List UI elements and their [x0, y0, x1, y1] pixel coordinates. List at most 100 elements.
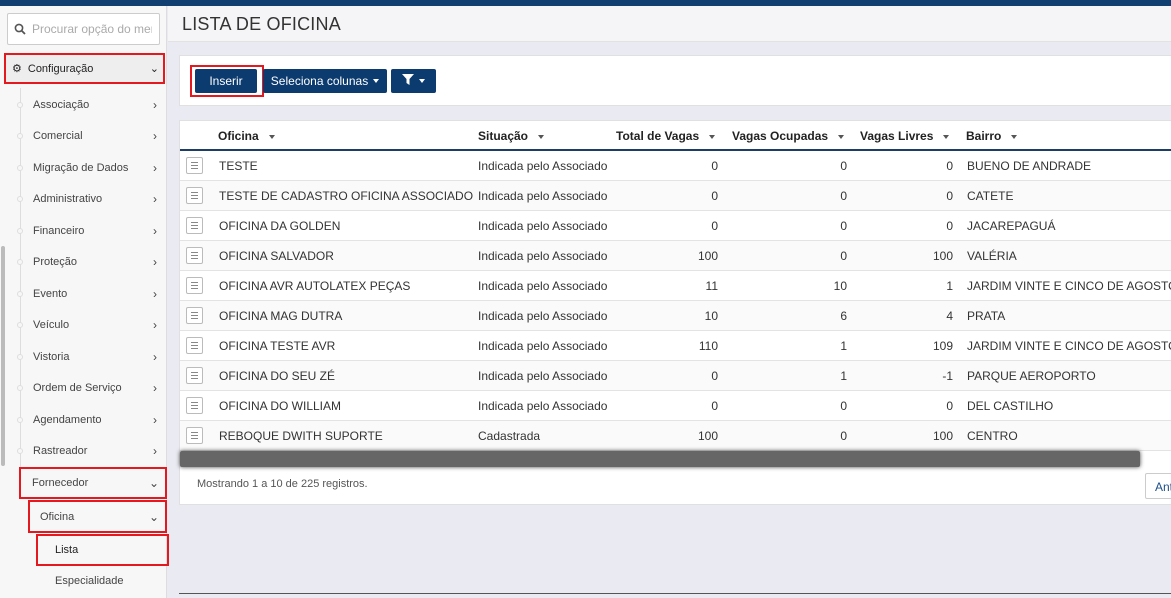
menu-item[interactable]: Financeiro ›	[17, 215, 165, 246]
cell-bairro: DEL CASTILHO	[967, 399, 1054, 413]
cell-oficina: OFICINA TESTE AVR	[219, 339, 336, 353]
chevron-down-icon: ⌄	[149, 63, 159, 75]
document-icon[interactable]	[186, 217, 203, 234]
records-info: Mostrando 1 a 10 de 225 registros.	[197, 478, 368, 490]
caret-down-icon	[373, 79, 380, 83]
cell-situacao: Indicada pelo Associado	[478, 219, 608, 233]
menu-item[interactable]: Agendamento ›	[17, 404, 165, 435]
filter-icon	[402, 74, 414, 88]
menu-item[interactable]: Proteção ›	[17, 247, 165, 278]
menu-item[interactable]: Rastreador ›	[17, 436, 165, 467]
table-row[interactable]: OFICINA DA GOLDEN Indicada pelo Associado…	[180, 211, 1171, 241]
table-row[interactable]: TESTE DE CADASTRO OFICINA ASSOCIADO Indic…	[180, 181, 1171, 211]
sort-icon	[538, 134, 545, 139]
table-row[interactable]: REBOQUE DWITH SUPORTE Cadastrada 100 0 100 CE…	[180, 421, 1171, 451]
col-vagas-ocupadas-label: Vagas Ocupadas	[732, 129, 829, 143]
document-icon[interactable]	[186, 247, 203, 264]
document-icon[interactable]	[186, 427, 203, 444]
caret-down-icon	[419, 79, 425, 83]
tree-dot	[17, 353, 23, 360]
table-row[interactable]: TESTE Indicada pelo Associado 0 0 0 BUENO DE …	[180, 151, 1171, 181]
tree-dot	[17, 385, 23, 391]
cell-oficina: OFICINA DO SEU ZÉ	[219, 369, 336, 383]
cell-situacao: Indicada pelo Associado	[478, 339, 608, 353]
col-vagas-ocupadas[interactable]: Vagas Ocupadas	[732, 129, 845, 143]
col-total-vagas-label: Total de Vagas	[616, 129, 700, 143]
document-icon[interactable]	[186, 307, 203, 324]
menu-item[interactable]: Ordem de Serviço ›	[17, 373, 165, 404]
sort-icon	[709, 134, 716, 139]
menu-item[interactable]: Associação ›	[17, 89, 165, 120]
divider	[179, 593, 1171, 594]
col-oficina-label: Oficina	[218, 129, 259, 143]
menu-item[interactable]: Migração de Dados ›	[17, 152, 165, 183]
document-icon[interactable]	[186, 367, 203, 384]
cell-vagas-livres: 0	[946, 219, 953, 233]
cell-bairro: PARQUE AEROPORTO	[967, 369, 1096, 383]
chevron-right-icon: ›	[153, 192, 157, 206]
col-total-vagas[interactable]: Total de Vagas	[616, 129, 716, 143]
menu-oficina[interactable]: Oficina ⌄	[28, 500, 167, 533]
document-icon[interactable]	[186, 187, 203, 204]
menu-fornecedor[interactable]: Fornecedor ⌄	[19, 467, 167, 499]
cell-oficina: OFICINA MAG DUTRA	[219, 309, 343, 323]
chevron-right-icon: ›	[153, 412, 157, 427]
cell-vagas-ocupadas: 1	[840, 339, 847, 353]
sidebar-scrollbar[interactable]	[1, 246, 5, 466]
menu-item[interactable]: Evento ›	[17, 278, 165, 309]
table-row[interactable]: OFICINA AVR AUTOLATEX PEÇAS Indicada pelo…	[180, 271, 1171, 301]
menu-item-label: Comercial	[33, 130, 83, 142]
insert-button[interactable]: Inserir	[195, 69, 257, 93]
table-row[interactable]: OFICINA DO SEU ZÉ Indicada pelo Associado…	[180, 361, 1171, 391]
document-icon[interactable]	[186, 397, 203, 414]
cell-vagas-livres: 100	[932, 249, 953, 263]
search-icon	[8, 23, 32, 35]
cell-total-vagas: 0	[711, 369, 718, 383]
document-icon[interactable]	[186, 337, 203, 354]
document-icon[interactable]	[186, 277, 203, 294]
cell-vagas-livres: 0	[946, 159, 953, 173]
cell-bairro: BUENO DE ANDRADE	[967, 159, 1092, 173]
sort-icon	[1011, 134, 1018, 139]
tree-dot	[17, 290, 23, 297]
tree-dot	[17, 322, 23, 328]
cell-vagas-ocupadas: 0	[840, 159, 847, 173]
col-bairro[interactable]: Bairro	[966, 129, 1018, 143]
menu-item-label: Proteção	[33, 256, 78, 268]
cell-bairro: VALÉRIA	[967, 249, 1017, 263]
menu-item[interactable]: Veículo ›	[17, 310, 165, 341]
menu-search[interactable]	[7, 13, 160, 45]
chevron-right-icon: ›	[153, 97, 157, 112]
document-icon[interactable]	[186, 157, 203, 174]
select-columns-label: Seleciona colunas	[270, 74, 369, 88]
menu-item[interactable]: Administrativo ›	[17, 184, 165, 215]
menu-especialidade-label: Especialidade	[55, 574, 124, 587]
col-situacao[interactable]: Situação	[478, 129, 545, 143]
search-input[interactable]	[32, 22, 152, 36]
gear-icon: ⚙	[12, 63, 22, 75]
menu-configuracao[interactable]: ⚙ Configuração ⌄	[4, 53, 165, 84]
menu-item[interactable]: Vistoria ›	[17, 341, 165, 372]
table-row[interactable]: OFICINA TESTE AVR Indicada pelo Associado…	[180, 331, 1171, 361]
horizontal-scrollbar[interactable]	[180, 451, 1140, 467]
menu-item[interactable]: Comercial ›	[17, 121, 165, 152]
menu-configuracao-label: Configuração	[27, 62, 94, 75]
menu-fornecedor-label: Fornecedor	[32, 477, 89, 489]
previous-page-button[interactable]: Ant	[1145, 473, 1171, 499]
col-oficina[interactable]: Oficina	[218, 129, 275, 143]
table-row[interactable]: OFICINA MAG DUTRA Indicada pelo Associado…	[180, 301, 1171, 331]
table-row[interactable]: OFICINA DO WILLIAM Indicada pelo Associad…	[180, 391, 1171, 421]
menu-item-label: Associação	[33, 98, 90, 111]
cell-bairro: CATETE	[967, 189, 1014, 203]
cell-vagas-livres: 0	[946, 399, 953, 413]
col-vagas-livres[interactable]: Vagas Livres	[860, 129, 950, 143]
filter-button[interactable]	[391, 69, 436, 93]
chevron-right-icon: ›	[153, 129, 157, 143]
col-vagas-livres-label: Vagas Livres	[860, 129, 934, 143]
table-row[interactable]: OFICINA SALVADOR Indicada pelo Associado 1…	[180, 241, 1171, 271]
sort-icon	[268, 134, 275, 139]
cell-situacao: Indicada pelo Associado	[478, 309, 608, 323]
menu-lista[interactable]: Lista	[36, 534, 169, 566]
select-columns-button[interactable]: Seleciona colunas	[263, 69, 387, 93]
menu-especialidade[interactable]: Especialidade	[36, 565, 166, 596]
